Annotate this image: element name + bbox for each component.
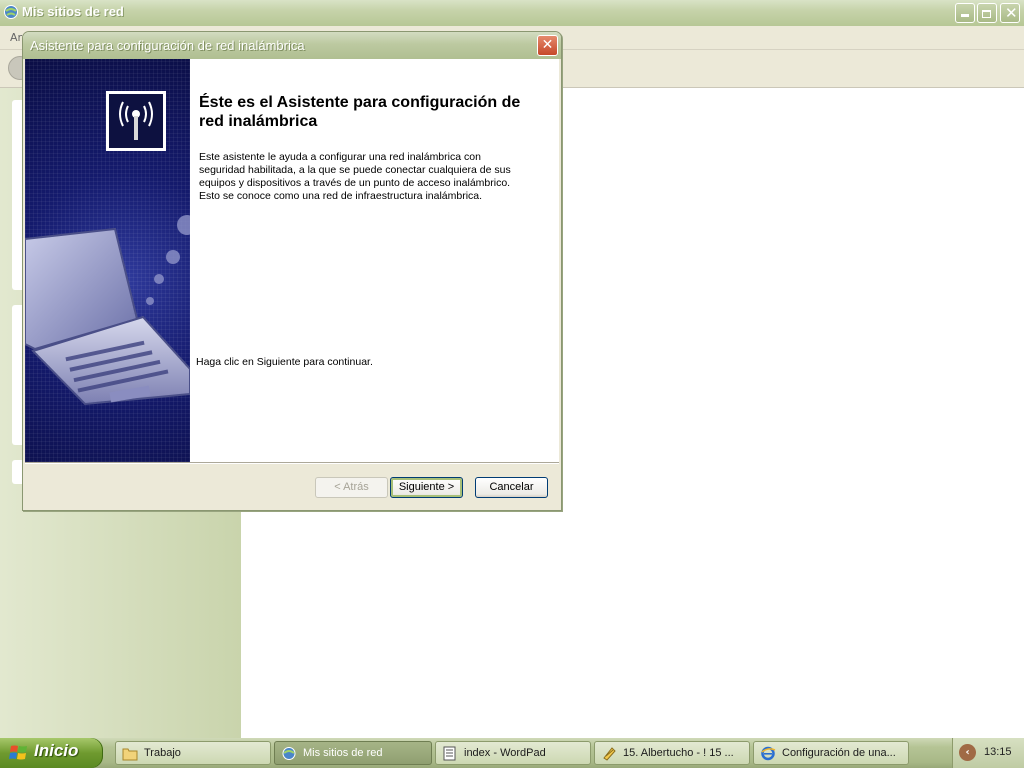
menu-item-archivo[interactable]: Ar	[10, 31, 22, 44]
windows-logo-icon	[9, 745, 27, 760]
internet-explorer-icon	[761, 746, 776, 761]
restore-icon	[982, 10, 991, 18]
taskbar-item-wordpad[interactable]: index - WordPad	[435, 741, 591, 765]
wizard-body: Éste es el Asistente para configuración …	[25, 59, 559, 462]
main-close-button[interactable]: ✕	[1000, 3, 1020, 23]
wireless-antenna-icon	[106, 91, 166, 151]
start-button[interactable]: Inicio	[0, 738, 103, 768]
restore-button[interactable]	[977, 3, 997, 23]
taskbar-item-label: 15. Albertucho - ! 15 ...	[623, 747, 734, 759]
back-button[interactable]: < Atrás	[315, 477, 388, 498]
start-label: Inicio	[34, 741, 79, 760]
minimize-icon	[961, 14, 969, 17]
wizard-heading: Éste es el Asistente para configuración …	[199, 94, 521, 130]
taskbar: Inicio Trabajo Mis sitios de red index -…	[0, 738, 1024, 768]
taskbar-item-label: Configuración de una...	[782, 747, 896, 759]
taskbar-item-trabajo[interactable]: Trabajo	[115, 741, 271, 765]
wizard-description: Este asistente le ayuda a configurar una…	[199, 151, 511, 202]
taskbar-item-label: Mis sitios de red	[303, 747, 383, 759]
network-places-icon	[4, 5, 18, 19]
wireless-network-wizard-dialog: Asistente para configuración de red inal…	[22, 31, 562, 511]
close-icon: ✕	[541, 37, 554, 53]
taskbar-item-albertucho[interactable]: 15. Albertucho - ! 15 ...	[594, 741, 750, 765]
taskbar-item-label: index - WordPad	[464, 747, 546, 759]
wizard-side-image	[25, 59, 190, 462]
media-file-icon	[603, 747, 616, 761]
minimize-button[interactable]	[955, 3, 975, 23]
network-places-icon	[282, 747, 296, 760]
wizard-close-button[interactable]: ✕	[537, 35, 558, 56]
wizard-title-bar[interactable]: Asistente para configuración de red inal…	[23, 32, 561, 59]
laptop-illustration-icon	[25, 215, 190, 406]
wizard-separator	[25, 462, 559, 464]
chevron-left-icon[interactable]: ‹	[959, 744, 976, 761]
taskbar-item-configuracion[interactable]: Configuración de una...	[753, 741, 909, 765]
wizard-title: Asistente para configuración de red inal…	[30, 38, 305, 53]
system-tray: ‹ 13:15	[952, 738, 1024, 768]
taskbar-item-mis-sitios-de-red[interactable]: Mis sitios de red	[274, 741, 432, 765]
close-icon: ✕	[1005, 4, 1018, 22]
taskbar-item-label: Trabajo	[144, 747, 181, 759]
main-window-title: Mis sitios de red	[22, 4, 124, 19]
next-button[interactable]: Siguiente >	[390, 477, 463, 498]
main-title-bar[interactable]: Mis sitios de red ✕	[0, 0, 1024, 26]
wizard-continue-hint: Haga clic en Siguiente para continuar.	[196, 356, 373, 368]
clock[interactable]: 13:15	[984, 746, 1012, 758]
folder-icon	[122, 748, 138, 761]
cancel-button[interactable]: Cancelar	[475, 477, 548, 498]
wordpad-icon	[443, 746, 456, 761]
